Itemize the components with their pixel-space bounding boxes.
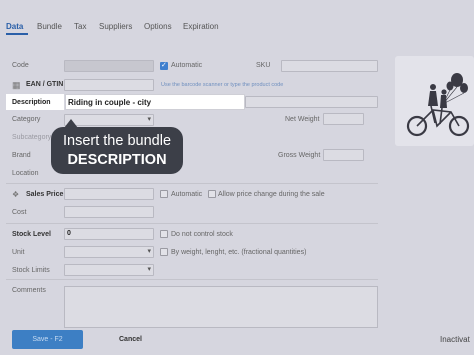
callout-line-2: DESCRIPTION xyxy=(67,152,167,168)
net-weight-field[interactable] xyxy=(323,113,364,125)
price-automatic-checkbox[interactable] xyxy=(160,190,168,198)
location-label: Location xyxy=(12,170,39,177)
fractional-label: By weight, lenght, etc. (fractional quan… xyxy=(171,249,307,256)
barcode-hint: Use the barcode scanner or type the prod… xyxy=(161,82,284,88)
description-value: Riding in couple - city xyxy=(68,98,152,107)
description-label: Description xyxy=(12,99,51,106)
price-automatic-label: Automatic xyxy=(171,191,203,198)
unit-select[interactable] xyxy=(64,246,154,258)
active-tab-indicator xyxy=(6,33,28,35)
stock-level-label: Stock Level xyxy=(12,231,51,238)
category-label: Category xyxy=(12,116,41,123)
sku-field[interactable] xyxy=(281,60,378,72)
ean-field[interactable] xyxy=(64,79,154,91)
automatic-checkbox[interactable] xyxy=(160,61,168,70)
stock-level-field[interactable]: 0 xyxy=(64,228,154,240)
allow-price-change-label: Allow price change during the sale xyxy=(218,191,325,198)
stock-level-value: 0 xyxy=(67,230,71,237)
couple-bicycle-illustration xyxy=(406,73,470,137)
cancel-button[interactable]: Cancel xyxy=(119,336,142,343)
tab-tax[interactable]: Tax xyxy=(74,22,86,31)
code-field[interactable] xyxy=(64,60,154,72)
tab-bundle[interactable]: Bundle xyxy=(37,22,62,31)
save-button[interactable]: Save - F2 xyxy=(12,330,83,349)
cost-label: Cost xyxy=(12,209,27,216)
comments-textarea[interactable] xyxy=(64,286,378,328)
comments-label: Comments xyxy=(12,287,46,294)
stock-limits-select[interactable] xyxy=(64,264,154,276)
cost-field[interactable] xyxy=(64,206,154,218)
divider xyxy=(6,183,378,184)
inactivate-button[interactable]: Inactivat xyxy=(440,335,470,344)
automatic-label: Automatic xyxy=(171,62,203,69)
code-label: Code xyxy=(12,62,29,69)
unit-label: Unit xyxy=(12,249,25,256)
description-field-extension[interactable] xyxy=(245,96,378,108)
divider xyxy=(6,223,378,224)
fractional-checkbox[interactable] xyxy=(160,248,168,256)
description-label-box: Description xyxy=(6,94,64,110)
ean-label: EAN / GTIN xyxy=(26,81,64,88)
do-not-control-checkbox[interactable] xyxy=(160,230,168,238)
callout-line-1: Insert the bundle xyxy=(62,133,172,149)
allow-price-change-checkbox[interactable] xyxy=(208,190,216,198)
tab-bar: Data Bundle Tax Suppliers Options Expira… xyxy=(0,18,474,36)
tab-options[interactable]: Options xyxy=(144,22,172,31)
stock-limits-label: Stock Limits xyxy=(12,267,50,274)
tab-suppliers[interactable]: Suppliers xyxy=(99,22,132,31)
divider xyxy=(6,279,378,280)
sales-price-label: Sales Price xyxy=(26,191,64,198)
tutorial-callout: Insert the bundle DESCRIPTION xyxy=(51,127,183,174)
tab-expiration[interactable]: Expiration xyxy=(183,22,219,31)
description-field[interactable]: Riding in couple - city xyxy=(65,94,245,110)
sku-label: SKU xyxy=(256,62,271,69)
gross-weight-field[interactable] xyxy=(323,149,364,161)
do-not-control-label: Do not control stock xyxy=(171,231,233,238)
subcategory-label: Subcategory xyxy=(12,134,52,141)
tab-data[interactable]: Data xyxy=(6,22,23,31)
net-weight-label: Net Weight xyxy=(285,116,320,123)
price-tag-icon: ❖ xyxy=(12,190,20,199)
product-image[interactable] xyxy=(395,56,474,146)
barcode-icon: ▦ xyxy=(12,80,21,90)
brand-label: Brand xyxy=(12,152,31,159)
gross-weight-label: Gross Weight xyxy=(278,152,321,159)
sales-price-field[interactable] xyxy=(64,188,154,200)
